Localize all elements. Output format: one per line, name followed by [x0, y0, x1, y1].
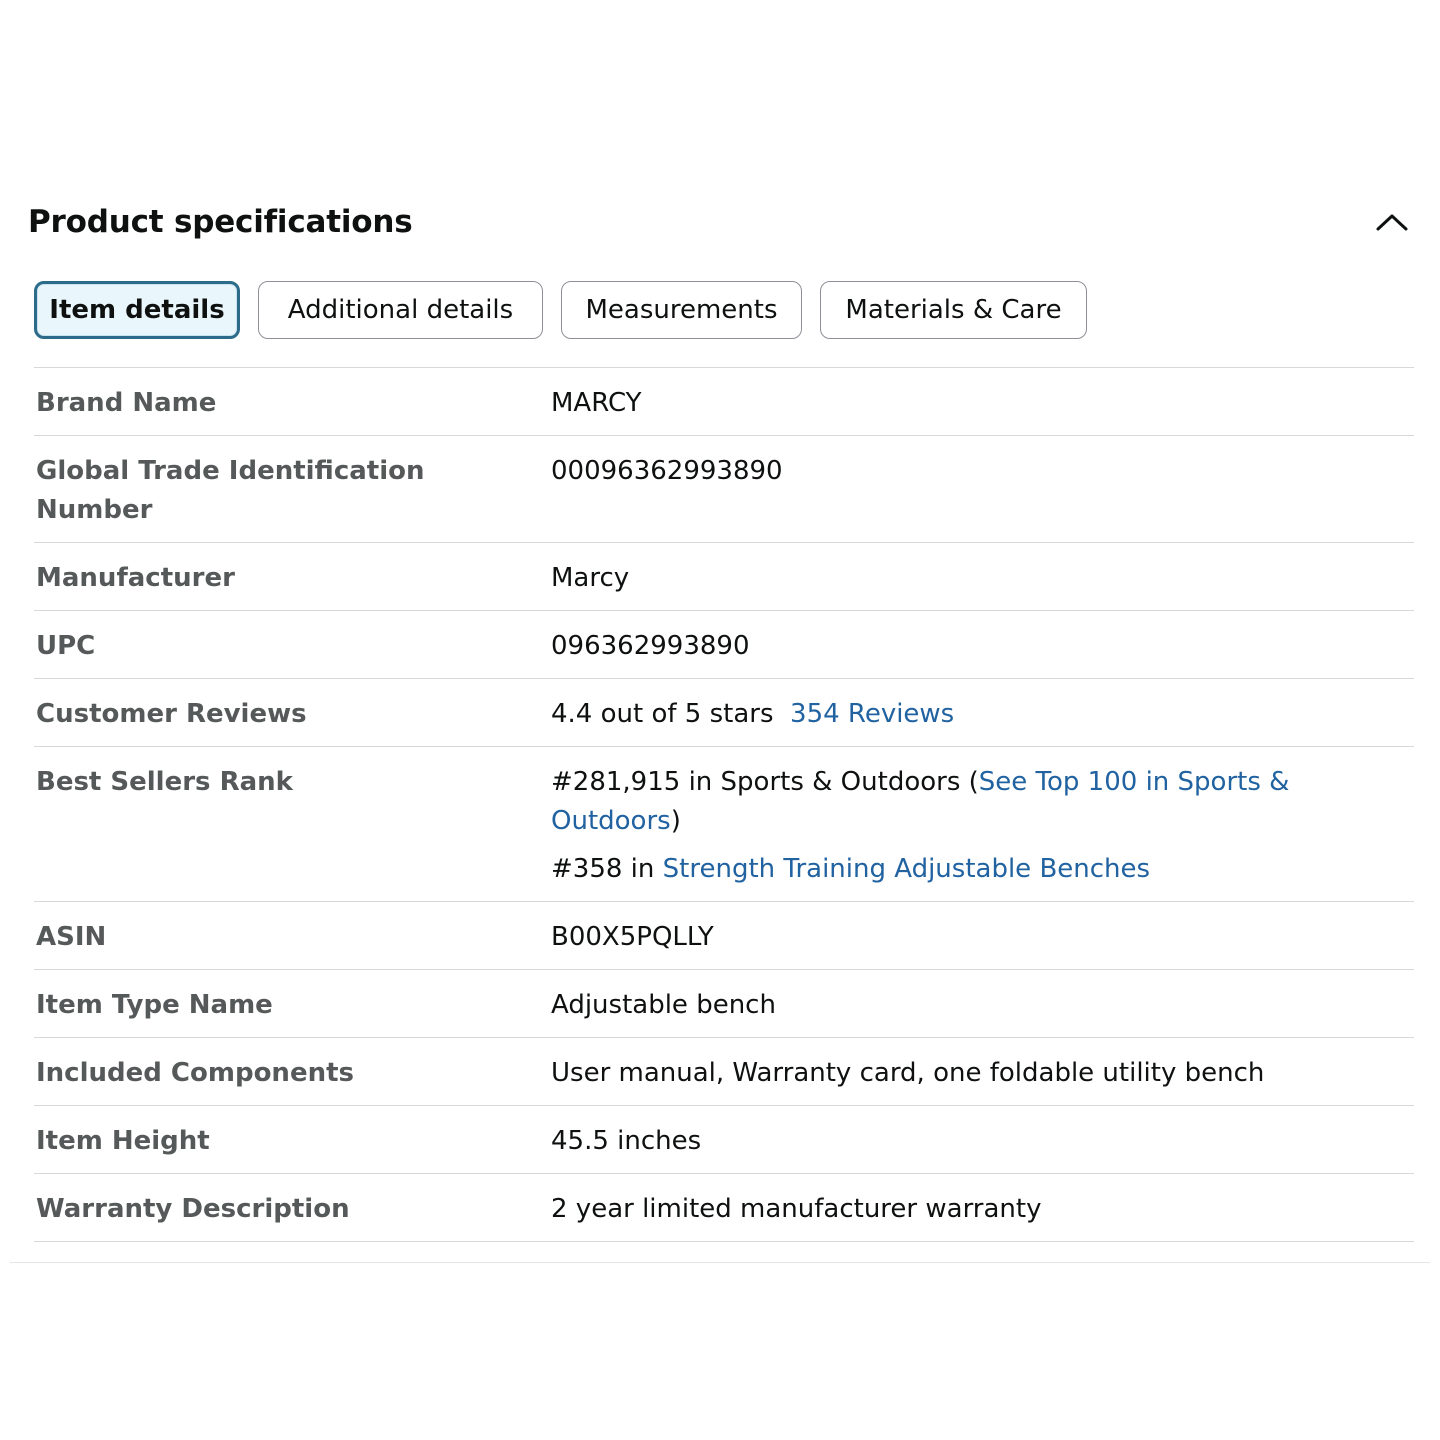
reviews-link[interactable]: 354 Reviews: [790, 699, 954, 729]
spec-label: ASIN: [36, 922, 107, 952]
tab-bar: Item details Additional details Measurem…: [34, 281, 1087, 339]
spec-row-brand: Brand Name MARCY: [34, 368, 1414, 436]
rating-text: 4.4 out of 5 stars: [551, 699, 774, 729]
spec-row-gtin: Global Trade Identification Number 00096…: [34, 436, 1414, 543]
subcategory-link[interactable]: Strength Training Adjustable Benches: [663, 854, 1150, 884]
spec-value: B00X5PQLLY: [551, 922, 714, 952]
section-title: Product specifications: [28, 204, 413, 240]
spec-value: 2 year limited manufacturer warranty: [551, 1194, 1042, 1224]
spec-value: 45.5 inches: [551, 1126, 702, 1156]
spec-label: Global Trade Identification Number: [36, 456, 425, 525]
spec-value: Marcy: [551, 563, 630, 593]
spec-value: 4.4 out of 5 stars 354 Reviews: [551, 695, 1401, 734]
spec-label: Included Components: [36, 1058, 354, 1088]
spec-row-components: Included Components User manual, Warrant…: [34, 1038, 1414, 1106]
spec-value: 00096362993890: [551, 456, 783, 486]
spec-label: Best Sellers Rank: [36, 767, 293, 797]
subcategory-rank: #358 in Strength Training Adjustable Ben…: [551, 850, 1401, 889]
spec-label: Customer Reviews: [36, 699, 307, 729]
spec-row-rank: Best Sellers Rank #281,915 in Sports & O…: [34, 747, 1414, 902]
section-header[interactable]: Product specifications: [28, 198, 1414, 246]
spec-value: 096362993890: [551, 631, 750, 661]
product-specifications-section: Product specifications Item details Addi…: [0, 0, 1440, 1440]
spec-row-item-type: Item Type Name Adjustable bench: [34, 970, 1414, 1038]
spec-label: Brand Name: [36, 388, 217, 418]
rank-paren: ): [670, 806, 681, 836]
tab-materials-care[interactable]: Materials & Care: [820, 281, 1087, 339]
spec-value: #281,915 in Sports & Outdoors (See Top 1…: [551, 763, 1401, 889]
spec-value: Adjustable bench: [551, 990, 776, 1020]
spec-label: Manufacturer: [36, 563, 235, 593]
spec-label: Item Type Name: [36, 990, 273, 1020]
spec-table: Brand Name MARCY Global Trade Identifica…: [34, 367, 1414, 1242]
spec-label: Warranty Description: [36, 1194, 350, 1224]
section-divider: [10, 1262, 1430, 1263]
spec-row-upc: UPC 096362993890: [34, 611, 1414, 679]
spec-row-reviews: Customer Reviews 4.4 out of 5 stars 354 …: [34, 679, 1414, 747]
spec-row-manufacturer: Manufacturer Marcy: [34, 543, 1414, 611]
spec-row-warranty: Warranty Description 2 year limited manu…: [34, 1174, 1414, 1242]
spec-value: User manual, Warranty card, one foldable…: [551, 1058, 1265, 1088]
chevron-up-icon: [1376, 214, 1408, 231]
spec-row-asin: ASIN B00X5PQLLY: [34, 902, 1414, 970]
tab-item-details[interactable]: Item details: [34, 281, 240, 339]
rank-text: #281,915 in Sports & Outdoors (: [551, 767, 979, 797]
collapse-button[interactable]: [1370, 200, 1414, 244]
spec-value: MARCY: [551, 388, 642, 418]
spec-row-height: Item Height 45.5 inches: [34, 1106, 1414, 1174]
spec-label: Item Height: [36, 1126, 210, 1156]
tab-measurements[interactable]: Measurements: [561, 281, 802, 339]
spec-label: UPC: [36, 631, 96, 661]
tab-additional-details[interactable]: Additional details: [258, 281, 543, 339]
subcategory-rank-text: #358 in: [551, 854, 663, 884]
